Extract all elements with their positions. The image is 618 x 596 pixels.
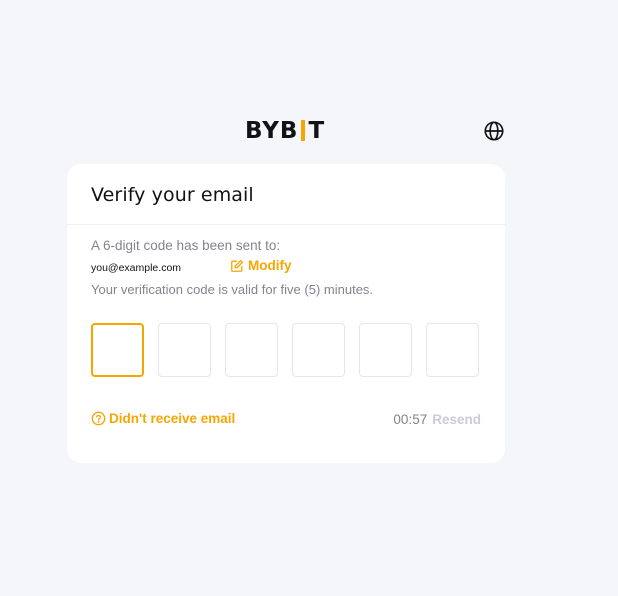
code-digit-6[interactable] [426, 323, 479, 377]
globe-icon[interactable] [483, 120, 505, 142]
question-circle-icon [91, 411, 106, 426]
countdown-timer: 00:57 [393, 412, 428, 427]
logo-text-suffix: T [308, 118, 326, 144]
resend-button[interactable]: Resend [432, 412, 481, 427]
title-divider [67, 224, 505, 225]
bybit-logo: BYB T [245, 118, 325, 144]
email-address: you@example.com [91, 262, 182, 274]
code-input-row [91, 323, 481, 379]
code-sent-text: A 6-digit code has been sent to: [91, 238, 281, 253]
code-digit-3[interactable] [225, 323, 278, 377]
didnt-receive-label: Didn't receive email [109, 411, 236, 426]
logo-text-prefix: BYB [245, 118, 299, 144]
code-digit-5[interactable] [359, 323, 412, 377]
edit-icon [231, 259, 244, 272]
page-title: Verify your email [91, 184, 254, 206]
logo-accent-bar [301, 119, 306, 141]
code-digit-2[interactable] [158, 323, 211, 377]
didnt-receive-email-link[interactable]: Didn't receive email [91, 411, 235, 426]
validity-text: Your verification code is valid for five… [91, 282, 374, 297]
modify-email-link[interactable]: Modify [230, 258, 292, 273]
resend-group: 00:57 Resend [393, 412, 481, 427]
code-digit-1[interactable] [91, 323, 144, 377]
modify-label: Modify [248, 258, 292, 273]
code-digit-4[interactable] [292, 323, 345, 377]
verify-email-card: Verify your email A 6-digit code has bee… [67, 164, 505, 463]
